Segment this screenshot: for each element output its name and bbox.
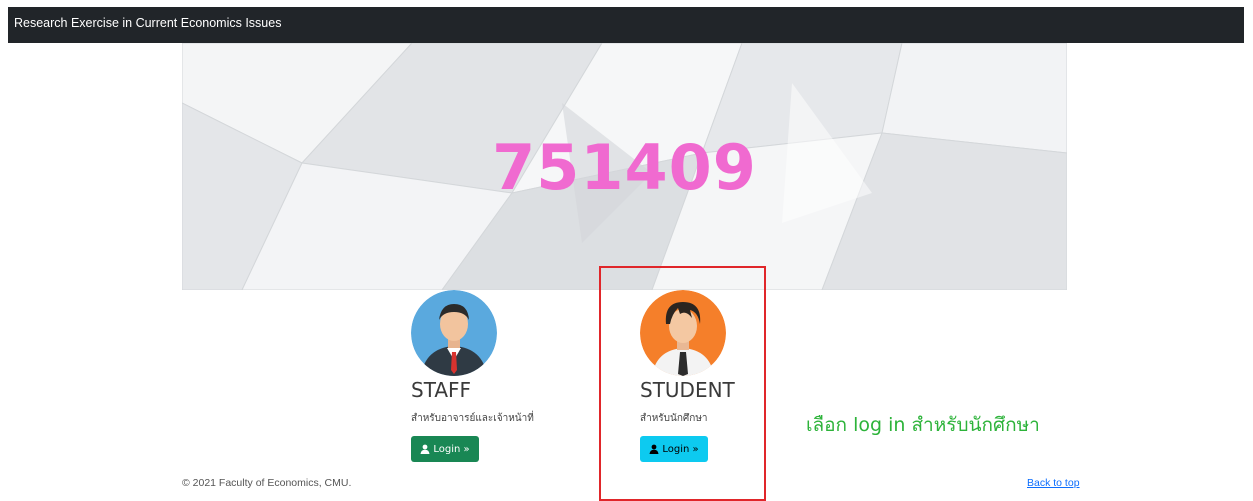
staff-login-label: Login » <box>433 443 470 455</box>
annotation-text: เลือก log in สำหรับนักศึกษา <box>806 414 1040 436</box>
highlight-box <box>599 266 766 501</box>
user-icon <box>420 444 430 454</box>
navbar: Research Exercise in Current Economics I… <box>8 7 1244 43</box>
back-to-top-link[interactable]: Back to top <box>1027 477 1080 489</box>
navbar-brand[interactable]: Research Exercise in Current Economics I… <box>14 16 281 30</box>
staff-description: สำหรับอาจารย์และเจ้าหน้าที่ <box>411 413 534 424</box>
staff-title: STAFF <box>411 378 472 402</box>
staff-login-button[interactable]: Login » <box>411 436 479 462</box>
staff-avatar-icon <box>411 290 497 376</box>
course-code: 751409 <box>492 131 757 204</box>
hero-banner: 751409 <box>182 43 1067 290</box>
footer-copyright: © 2021 Faculty of Economics, CMU. <box>182 477 352 489</box>
